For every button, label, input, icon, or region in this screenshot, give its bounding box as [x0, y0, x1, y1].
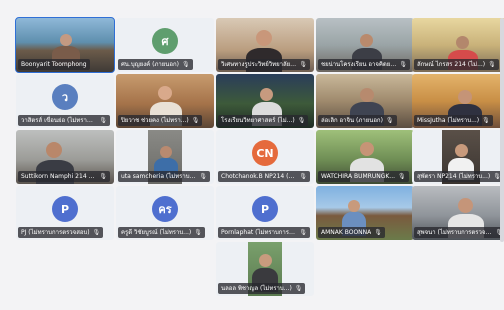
participant-nameplate: สุพจนา (ไม่ทราบการตรวจสอบ) 🎙 [414, 227, 504, 238]
meeting-gallery: Boonyarit Toomphong ศ ศน.บุญยงค์ (ภายนอก… [0, 0, 504, 310]
participant-tile[interactable]: ศ ศน.บุญยงค์ (ภายนอก) 🎙 [116, 18, 214, 72]
mic-off-icon: 🎙 [488, 61, 496, 68]
participant-tile[interactable]: MissJutha (ไม่ทราบ...) 🎙 [412, 74, 504, 128]
participant-tile[interactable]: สุพัตรา NP214 (ไม่ทราบ...) 🎙 [412, 130, 504, 184]
participant-nameplate: ครูดี วิชัยบูรณ์ (ไม่ทราบ...) 🎙 [118, 227, 205, 238]
participant-tile[interactable]: AMNAK BOONNA 🎙 [316, 186, 414, 240]
participant-nameplate: โรงเรียนวิทยาศาสตร์ (ไม่...) 🎙 [218, 115, 309, 126]
participant-tile[interactable]: วิเศษทางรูประวิทย์วิทยาลัยแห่งชาติ (ไม่.… [216, 18, 314, 72]
participant-name: MissJutha (ไม่ทราบ...) [417, 117, 480, 124]
participant-name: Suttikorn Namphi 214 (ไม่...) [21, 173, 96, 180]
participant-name: นลอล พิชาญล (ไม่ทราบ...) [221, 285, 292, 292]
mic-off-icon: 🎙 [191, 117, 200, 124]
participant-tile[interactable]: ปิยวาช ช่วยคง (ไม่ทรา...) 🎙 [116, 74, 214, 128]
participant-tile[interactable]: ลักษณ์ ไกรสร 214 (ไม่...) 🎙 [412, 18, 504, 72]
participant-name: ลักษณ์ ไกรสร 214 (ไม่...) [417, 61, 486, 68]
mic-off-icon: 🎙 [294, 285, 303, 292]
participant-nameplate: นลอล พิชาญล (ไม่ทราบ...) 🎙 [218, 283, 306, 294]
participant-name: วิเศษทางรูประวิทย์วิทยาลัยแห่งชาติ (ไม่.… [221, 61, 296, 68]
participant-name: ชยน่านโครงเรียน อาจคิดยา (ไม่...) [321, 61, 396, 68]
participant-name: Boonyarit Toomphong [21, 61, 87, 68]
participant-nameplate: AMNAK BOONNA 🎙 [318, 227, 385, 238]
participant-tile[interactable]: uta samcheria (ไม่ทราบ...) 🎙 [116, 130, 214, 184]
participant-avatar: P [252, 196, 278, 222]
participant-name: วาสิตรส์ เขื่อนย่อ (ไม่ทราบ...) [21, 117, 97, 124]
participant-tile[interactable]: P Pornlaphat (ไม่ทราบการ...) 🎙 [216, 186, 314, 240]
mic-off-icon: 🎙 [181, 61, 190, 68]
participant-nameplate: ลักษณ์ ไกรสร 214 (ไม่...) 🎙 [414, 59, 499, 70]
participant-nameplate: MissJutha (ไม่ทราบ...) 🎙 [414, 115, 493, 126]
mic-off-icon: 🎙 [99, 117, 107, 124]
participant-tile[interactable]: Suttikorn Namphi 214 (ไม่...) 🎙 [16, 130, 114, 184]
mic-off-icon: 🎙 [199, 173, 207, 180]
scrollbar[interactable] [500, 18, 504, 242]
mic-off-icon: 🎙 [398, 173, 406, 180]
participant-nameplate: Chotchanok.B NP214 (ไม่...) 🎙 [218, 171, 310, 182]
participant-name: ล่อเลิก อาจิน (ภายนอก) [321, 117, 383, 124]
participant-name: ปิยวาช ช่วยคง (ไม่ทรา...) [121, 117, 189, 124]
participant-nameplate: ชยน่านโครงเรียน อาจคิดยา (ไม่...) 🎙 [318, 59, 410, 70]
participant-nameplate: PJ (ไม่ทราบการตรวจสอบ) 🎙 [18, 227, 104, 238]
participant-nameplate: Pornlaphat (ไม่ทราบการ...) 🎙 [218, 227, 310, 238]
participant-name: โรงเรียนวิทยาศาสตร์ (ไม่...) [221, 117, 295, 124]
participant-tile[interactable]: คร ครูดี วิชัยบูรณ์ (ไม่ทราบ...) 🎙 [116, 186, 214, 240]
mic-off-icon: 🎙 [297, 117, 306, 124]
participant-name: สุพัตรา NP214 (ไม่ทราบ...) [417, 173, 491, 180]
participant-tile[interactable]: สุพจนา (ไม่ทราบการตรวจสอบ) 🎙 [412, 186, 504, 240]
mic-off-icon: 🎙 [385, 117, 394, 124]
mic-off-icon: 🎙 [299, 229, 307, 236]
participant-nameplate: WATCHIRA BUMRUNGK... 🎙 [318, 171, 409, 182]
participant-nameplate: uta samcheria (ไม่ทราบ...) 🎙 [118, 171, 210, 182]
mic-off-icon: 🎙 [399, 61, 407, 68]
participant-avatar: คร [152, 196, 178, 222]
participant-tile[interactable]: ว วาสิตรส์ เขื่อนย่อ (ไม่ทราบ...) 🎙 [16, 74, 114, 128]
participant-tile[interactable]: P PJ (ไม่ทราบการตรวจสอบ) 🎙 [16, 186, 114, 240]
participant-name: สุพจนา (ไม่ทราบการตรวจสอบ) [417, 229, 493, 236]
participant-tile[interactable]: Boonyarit Toomphong [15, 17, 115, 73]
participant-nameplate: ศน.บุญยงค์ (ภายนอก) 🎙 [118, 59, 193, 70]
mic-off-icon: 🎙 [482, 117, 490, 124]
participant-nameplate: สุพัตรา NP214 (ไม่ทราบ...) 🎙 [414, 171, 504, 182]
participant-name: Pornlaphat (ไม่ทราบการ...) [221, 229, 297, 236]
participant-nameplate: ปิยวาช ช่วยคง (ไม่ทรา...) 🎙 [118, 115, 203, 126]
participant-avatar: CN [252, 140, 278, 166]
participant-avatar: ศ [152, 28, 178, 54]
participant-name: AMNAK BOONNA [321, 229, 372, 236]
participant-nameplate: Suttikorn Namphi 214 (ไม่...) 🎙 [18, 171, 110, 182]
participant-tile[interactable]: WATCHIRA BUMRUNGK... 🎙 [316, 130, 414, 184]
mic-off-icon: 🎙 [299, 61, 307, 68]
participant-name: ครูดี วิชัยบูรณ์ (ไม่ทราบ...) [121, 229, 192, 236]
participant-tile[interactable]: นลอล พิชาญล (ไม่ทราบ...) 🎙 [216, 242, 314, 296]
mic-off-icon: 🎙 [374, 229, 382, 236]
mic-off-icon: 🎙 [299, 173, 307, 180]
participant-tile[interactable]: โรงเรียนวิทยาศาสตร์ (ไม่...) 🎙 [216, 74, 314, 128]
mic-off-icon: 🎙 [194, 229, 202, 236]
participant-nameplate: วิเศษทางรูประวิทย์วิทยาลัยแห่งชาติ (ไม่.… [218, 59, 310, 70]
participant-nameplate: ล่อเลิก อาจิน (ภายนอก) 🎙 [318, 115, 397, 126]
mic-off-icon: 🎙 [92, 229, 101, 236]
participant-tile[interactable]: CN Chotchanok.B NP214 (ไม่...) 🎙 [216, 130, 314, 184]
participant-name: WATCHIRA BUMRUNGK... [321, 173, 396, 180]
participant-tile[interactable]: ล่อเลิก อาจิน (ภายนอก) 🎙 [316, 74, 414, 128]
mic-off-icon: 🎙 [99, 173, 107, 180]
participant-nameplate: วาสิตรส์ เขื่อนย่อ (ไม่ทราบ...) 🎙 [18, 115, 110, 126]
participant-avatar: P [52, 196, 78, 222]
participant-name: PJ (ไม่ทราบการตรวจสอบ) [21, 229, 90, 236]
participant-nameplate: Boonyarit Toomphong [18, 59, 90, 70]
participant-avatar: ว [52, 84, 78, 110]
participant-tile[interactable]: ชยน่านโครงเรียน อาจคิดยา (ไม่...) 🎙 [316, 18, 414, 72]
participant-name: uta samcheria (ไม่ทราบ...) [121, 173, 197, 180]
participant-name: Chotchanok.B NP214 (ไม่...) [221, 173, 297, 180]
participant-name: ศน.บุญยงค์ (ภายนอก) [121, 61, 179, 68]
